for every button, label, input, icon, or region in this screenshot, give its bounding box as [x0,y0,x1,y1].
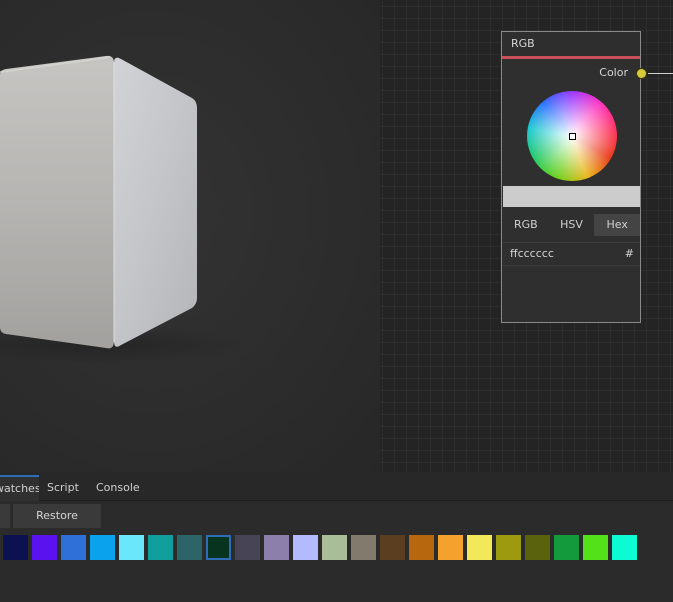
hex-value[interactable]: ffcccccc [510,247,554,260]
color-swatch[interactable] [409,535,434,560]
connection-wire [648,73,673,74]
output-label: Color [599,66,628,79]
color-swatch[interactable] [293,535,318,560]
color-mode-tabs: RGB HSV Hex [503,214,641,236]
color-swatch[interactable] [525,535,550,560]
mode-tab-hsv[interactable]: HSV [549,214,595,236]
color-wheel[interactable] [527,91,617,181]
output-socket[interactable] [636,68,647,79]
color-swatch[interactable] [380,535,405,560]
swatch-toolbar-button[interactable] [0,504,10,528]
mode-tab-rgb[interactable]: RGB [503,214,549,236]
tab-console[interactable]: Console [96,476,140,500]
restore-button[interactable]: Restore [13,504,101,528]
color-swatch[interactable] [90,535,115,560]
color-swatch[interactable] [177,535,202,560]
color-wheel-cursor[interactable] [569,133,576,140]
color-swatch[interactable] [264,535,289,560]
color-swatch[interactable] [3,535,28,560]
color-swatch[interactable] [206,535,231,560]
color-swatch[interactable] [438,535,463,560]
mode-tab-hex[interactable]: Hex [594,214,641,236]
color-swatch[interactable] [235,535,260,560]
tab-script[interactable]: Script [47,476,79,500]
hex-prefix-label: # [624,247,634,260]
color-swatch[interactable] [612,535,637,560]
color-swatch[interactable] [32,535,57,560]
color-swatch[interactable] [148,535,173,560]
color-swatch[interactable] [351,535,376,560]
color-swatch[interactable] [583,535,608,560]
color-swatch[interactable] [496,535,521,560]
rgb-node[interactable]: RGB Color RGB HSV Hex ffcccccc # [501,31,647,323]
node-title[interactable]: RGB [502,32,640,59]
cube-model [0,55,250,363]
color-swatch[interactable] [467,535,492,560]
3d-viewport[interactable] [0,0,380,472]
hex-input[interactable]: ffcccccc # [503,242,640,266]
color-swatch[interactable] [119,535,144,560]
output-row: Color [502,59,647,89]
node-editor-canvas[interactable]: RGB Color RGB HSV Hex ffcccccc # [380,0,673,472]
color-swatch[interactable] [554,535,579,560]
color-preview [503,186,640,207]
bottom-panel: Swatches Script Console Restore [0,472,673,602]
tab-swatches[interactable]: Swatches [0,475,39,501]
color-swatch[interactable] [322,535,347,560]
color-swatch[interactable] [61,535,86,560]
panel-tabbar: Swatches Script Console [0,472,673,501]
